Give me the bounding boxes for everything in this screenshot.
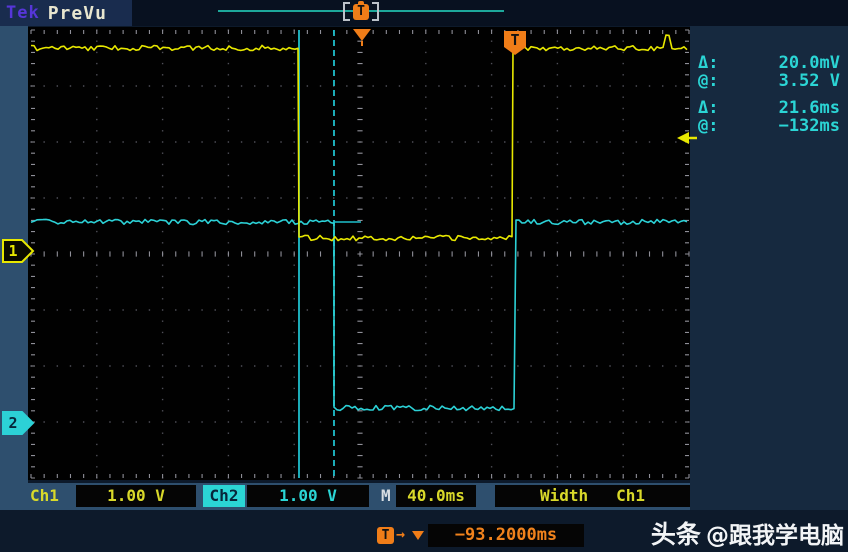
timebase-prefix: M bbox=[381, 486, 391, 505]
at-icon: @: bbox=[698, 71, 719, 91]
view-window-bracket-right bbox=[372, 2, 379, 21]
tek-logo: Tek bbox=[6, 3, 40, 23]
view-window-bracket-left bbox=[343, 2, 350, 21]
trigger-info-box: Width Ch1 bbox=[495, 485, 690, 507]
trigger-source: Ch1 bbox=[616, 486, 646, 505]
logo-box: Tek PreVu bbox=[0, 0, 132, 26]
watermark-brand: 头条 bbox=[650, 520, 701, 549]
delta-icon: Δ: bbox=[698, 98, 719, 118]
status-bar: Ch1 1.00 V Ch2 1.00 V M 40.0ms Width Ch1 bbox=[0, 483, 690, 510]
delta-icon: Δ: bbox=[698, 53, 719, 73]
at-icon: @: bbox=[698, 116, 719, 136]
trigger-icon: T bbox=[353, 1, 369, 20]
trigger-delay-readout: −93.2000ms bbox=[428, 524, 584, 547]
ch1-label: Ch1 bbox=[30, 486, 59, 505]
cursor-delta-voltage: Δ: 20.0mV bbox=[698, 53, 840, 73]
ch2-label: Ch2 bbox=[203, 485, 245, 507]
acquisition-status: PreVu bbox=[47, 2, 107, 24]
ch1-scale-readout: 1.00 V bbox=[76, 485, 196, 507]
top-bar: Tek PreVu T bbox=[0, 0, 848, 26]
watermark-handle: @跟我学电脑 bbox=[706, 523, 844, 549]
left-column bbox=[0, 26, 28, 483]
timebase-readout: 40.0ms bbox=[396, 485, 476, 507]
trigger-type: Width bbox=[539, 486, 589, 505]
cursor-at-time: @: −132ms bbox=[698, 116, 840, 136]
trigger-icon: T bbox=[377, 527, 394, 544]
cursor-at-voltage: @: 3.52 V bbox=[698, 71, 840, 91]
trigger-position-triangle-icon bbox=[412, 531, 424, 540]
oscilloscope-screen: Tek PreVu T Δ: 20.0mV @: 3.52 V Δ: 21.6m… bbox=[0, 0, 848, 552]
cursor-delta-time: Δ: 21.6ms bbox=[698, 98, 840, 118]
arrow-right-icon: → bbox=[396, 525, 406, 543]
measurement-panel: Δ: 20.0mV @: 3.52 V Δ: 21.6ms @: −132ms bbox=[690, 26, 848, 552]
graticule bbox=[28, 27, 690, 480]
watermark: 头条 @跟我学电脑 bbox=[651, 515, 844, 551]
ch2-scale-readout: 1.00 V bbox=[247, 485, 369, 507]
